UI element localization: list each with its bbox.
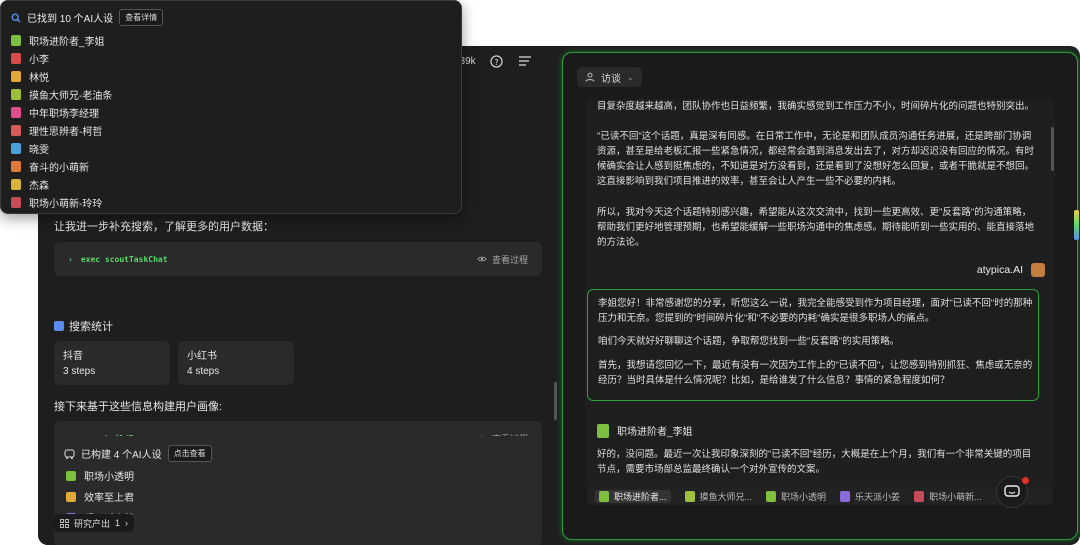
cmd-text: exec scoutTaskChat	[80, 254, 168, 264]
persona-tabs: 职场进阶者... 摸鱼大师兄... 职场小透明 乐天派小姜 职场小萌新...	[587, 487, 1053, 505]
search-icon	[11, 12, 21, 22]
bus-icon	[64, 449, 75, 459]
ai-avatar-icon	[1031, 263, 1045, 277]
persona-list-item[interactable]: 林悦	[11, 67, 112, 85]
research-output-bar[interactable]: 研究产出 1 ›	[54, 514, 135, 532]
chat-transcript: 目复杂度越来越高，团队协作也日益频繁，我确实感觉到工作压力不小，时间碎片化的问题…	[585, 99, 1055, 487]
persona-list-item[interactable]: 摸鱼大师兄-老油条	[11, 85, 112, 103]
avatar-icon	[11, 34, 21, 46]
user-reply: 好的，没问题。最近一次让我印象深刻的"已读不回"经历，大概是在上个月，我们有一个…	[597, 449, 1032, 475]
user-message-part: 所以，我对今天这个话题特别感兴趣，希望能从这次交流中，找到一些更高效、更"反套路…	[597, 207, 1035, 248]
persona-list-item[interactable]: 职场进阶者_李姐	[11, 31, 112, 49]
avatar-icon	[11, 106, 21, 118]
user-message-part: "已读不回"这个话题，真是深有同感。在日常工作中，无论是和团队成员沟通任务进展，…	[597, 131, 1035, 187]
persona-head-text: 已构建 4 个AI人设	[81, 450, 162, 461]
chat-scrollbar[interactable]	[1051, 127, 1054, 171]
research-count: 1	[115, 518, 121, 528]
avatar-icon	[684, 490, 695, 502]
interview-panel: 访谈 ⌄ 目复杂度越来越高，团队协作也日益频繁，我确实感觉到工作压力不小，时间碎…	[562, 52, 1078, 540]
avatar-icon	[11, 178, 21, 190]
persona-item[interactable]: 职场小透明	[66, 468, 532, 483]
view-detail-button[interactable]: 查看详情	[119, 9, 164, 26]
stat-card-xiaohongshu: 小红书 4 steps	[178, 341, 294, 385]
persona-list-item[interactable]: 职场小萌新-玲玲	[11, 193, 112, 211]
chevron-right-icon: ›	[125, 518, 129, 528]
chevron-down-icon: ⌄	[627, 72, 634, 82]
persona-found-dropdown: 已找到 10 个AI人设 查看详情 职场进阶者_李姐 小李 林悦 摸鱼大师兄-老…	[0, 0, 462, 214]
user-sender: 职场进阶者_李姐	[597, 423, 693, 438]
persona-tab[interactable]: 乐天派小姜	[840, 490, 900, 503]
avatar-icon	[766, 490, 777, 502]
avatar-icon	[914, 490, 925, 502]
top-toolbar: 939k ?	[454, 54, 532, 68]
avatar-icon	[599, 490, 609, 502]
stat-card-douyin: 抖音 3 steps	[54, 341, 170, 385]
interview-tab-select[interactable]: 访谈 ⌄	[577, 67, 642, 87]
persona-item[interactable]: 乐天派小姜	[66, 510, 532, 525]
avatar-icon	[11, 142, 21, 154]
user-message-part: 目复杂度越来越高，团队协作也日益频繁，我确实感觉到工作压力不小，时间碎片化的问题…	[597, 101, 1035, 112]
persona-item[interactable]: 效率至上君	[66, 489, 532, 504]
avatar-icon	[11, 124, 21, 136]
stat-steps: 3 steps	[63, 366, 96, 377]
ai-sender: atypica.AI	[977, 263, 1045, 277]
persona-avatar-icon	[597, 423, 609, 438]
persona-tab[interactable]: 职场小透明	[766, 490, 826, 503]
notification-dot	[1022, 477, 1029, 484]
avatar-icon	[11, 160, 21, 172]
eye-icon	[477, 256, 487, 262]
grid-icon	[60, 518, 69, 528]
persona-tab[interactable]: 职场进阶者...	[595, 489, 671, 503]
stat-steps: 4 steps	[187, 366, 220, 377]
persona-list-item[interactable]: 小李	[11, 49, 112, 67]
persona-list-item[interactable]: 中年职场李经理	[11, 103, 112, 121]
stat-platform: 抖音	[63, 351, 83, 362]
click-view-button[interactable]: 点击查看	[167, 445, 212, 462]
persona-list-item[interactable]: 理性思辨者-柯哲	[11, 121, 112, 139]
avatar-icon	[840, 490, 851, 502]
persona-list-item[interactable]: 晓雯	[11, 139, 112, 157]
user-icon	[585, 72, 595, 82]
side-indicator	[1074, 210, 1079, 240]
stats-title: 搜索统计	[54, 318, 113, 334]
avatar-icon	[11, 88, 21, 100]
found-title: 已找到 10 个AI人设	[27, 14, 114, 25]
supplement-text: 让我进一步补充搜索，了解更多的用户数据：	[54, 221, 274, 233]
persona-list-item[interactable]: 杰森	[11, 175, 112, 193]
avatar-icon	[11, 70, 21, 82]
ai-message-part: 咱们今天就好好聊聊这个话题，争取帮您找到一些"反套路"的实用策略。	[598, 336, 900, 347]
avatar-icon	[66, 470, 76, 481]
persona-tab[interactable]: 职场小萌新...	[914, 490, 982, 503]
cmd-scout-task-chat[interactable]: › exec scoutTaskChat 查看过程	[54, 242, 542, 276]
avatar-icon	[66, 491, 76, 502]
caret-icon: ›	[68, 254, 73, 264]
persona-tab[interactable]: 摸鱼大师兄...	[684, 490, 752, 503]
chat-bubble-icon	[1004, 485, 1020, 497]
stat-platform: 小红书	[187, 351, 217, 362]
help-icon[interactable]: ?	[490, 54, 504, 68]
persona-list: 职场进阶者_李姐 小李 林悦 摸鱼大师兄-老油条 中年职场李经理 理性思辨者-柯…	[11, 31, 112, 211]
chart-icon	[54, 321, 64, 331]
avatar-icon	[11, 52, 21, 64]
view-process-link[interactable]: 查看过程	[477, 253, 528, 266]
avatar-icon	[11, 196, 21, 208]
ai-message-part: 首先，我想请您回忆一下，最近有没有一次因为工作上的"已读不回"，让您感到特别抓狂…	[598, 360, 1033, 386]
build-text: 接下来基于这些信息构建用户画像:	[54, 401, 223, 413]
left-scrollbar[interactable]	[554, 382, 557, 420]
ai-message-part: 李姐您好！非常感谢您的分享，听您这么一说，我完全能感受到作为项目经理，面对"已读…	[598, 298, 1033, 324]
persona-list-item[interactable]: 奋斗的小萌新	[11, 157, 112, 175]
ai-message-bubble: 李姐您好！非常感谢您的分享，听您这么一说，我完全能感受到作为项目经理，面对"已读…	[587, 289, 1039, 401]
menu-icon[interactable]	[518, 54, 532, 68]
svg-text:?: ?	[494, 56, 498, 66]
